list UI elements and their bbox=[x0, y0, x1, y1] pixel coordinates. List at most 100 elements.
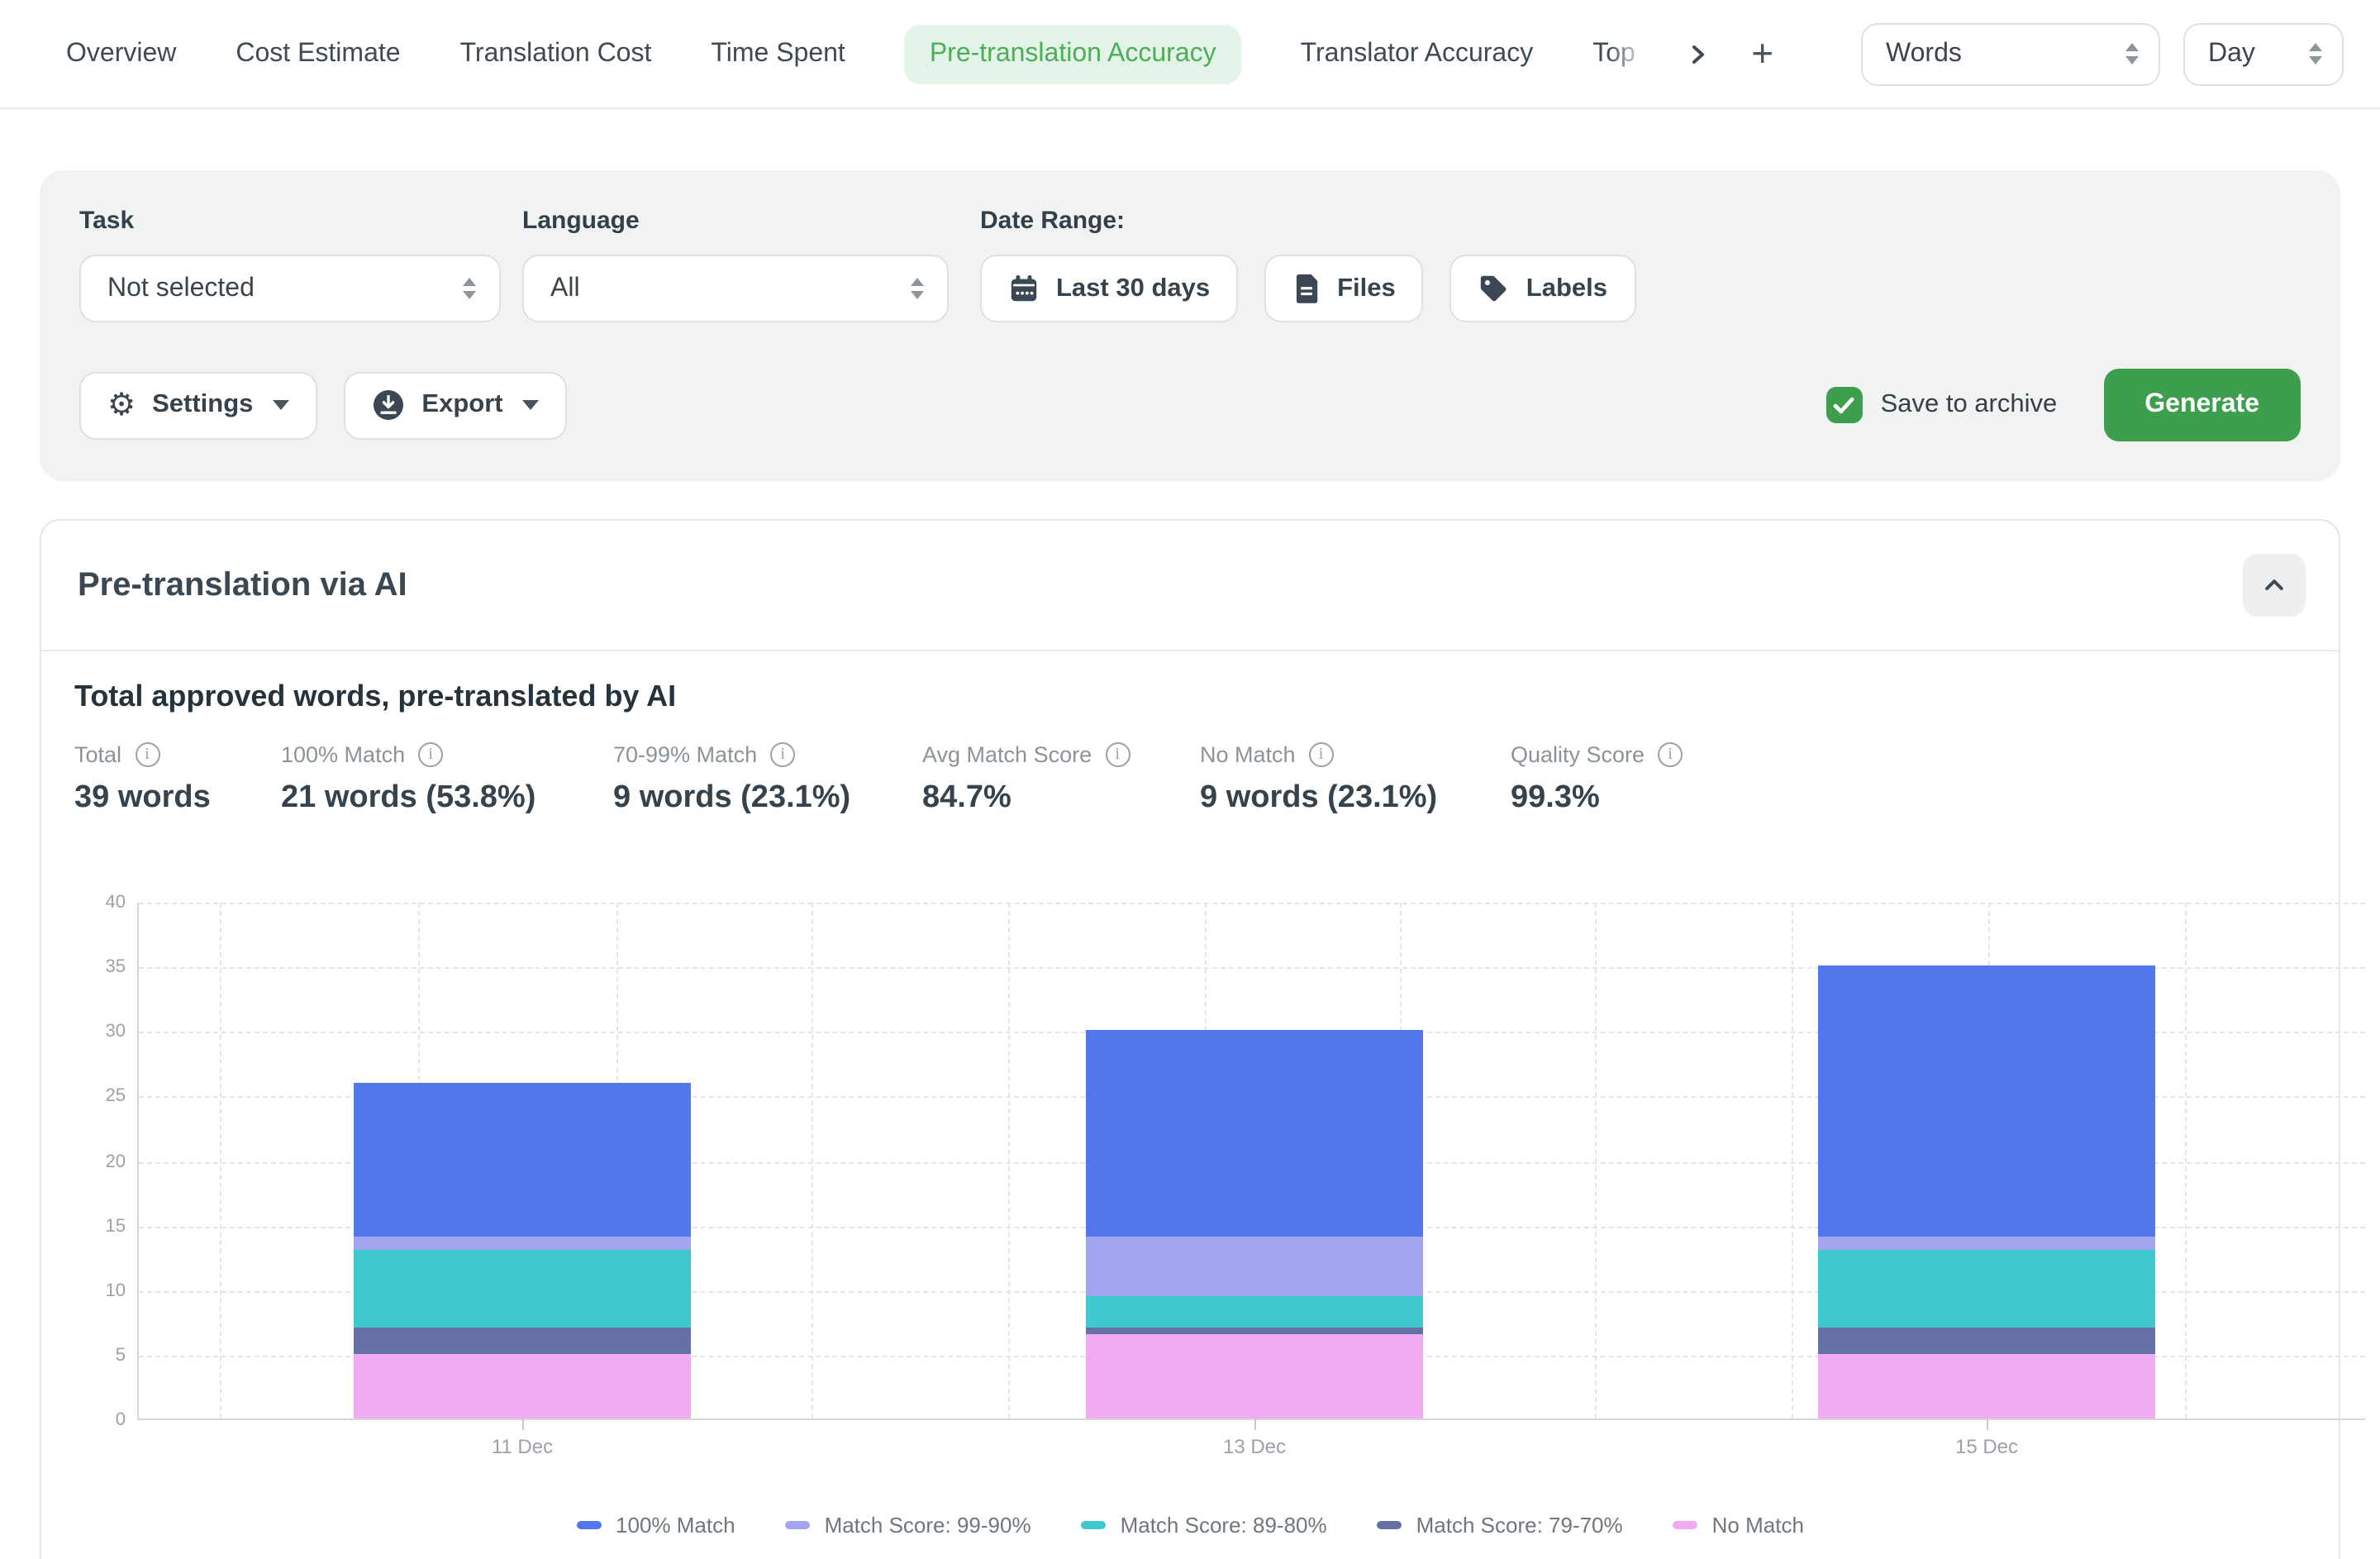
legend-item-match-score-79-70[interactable]: Match Score: 79-70% bbox=[1377, 1513, 1623, 1538]
select-updown-icon bbox=[2309, 43, 2322, 64]
x-tick bbox=[1987, 1418, 1988, 1430]
bar-segment-match-score-89-80[interactable] bbox=[1086, 1295, 1423, 1328]
files-button-label: Files bbox=[1337, 274, 1396, 303]
bar-segment-100-match[interactable] bbox=[354, 1082, 691, 1237]
legend-label: No Match bbox=[1712, 1513, 1804, 1538]
bar-segment-100-match[interactable] bbox=[1818, 965, 2155, 1237]
settings-button-label: Settings bbox=[152, 390, 253, 420]
bar-segment-no-match[interactable] bbox=[354, 1354, 691, 1418]
y-tick-label: 10 bbox=[69, 1281, 126, 1301]
bar-segment-no-match[interactable] bbox=[1086, 1334, 1423, 1418]
info-icon[interactable]: i bbox=[1658, 742, 1683, 767]
info-icon[interactable]: i bbox=[1105, 742, 1130, 767]
tab-bar: Overview Cost Estimate Translation Cost Tim… bbox=[0, 0, 2380, 109]
gridline-x-10 bbox=[2185, 903, 2187, 1418]
tab-time-spent[interactable]: Time Spent bbox=[711, 24, 845, 83]
bar-segment-match-score-99-90[interactable] bbox=[1086, 1237, 1423, 1295]
tab-translation-cost[interactable]: Translation Cost bbox=[460, 24, 652, 83]
legend-label: Match Score: 99-90% bbox=[825, 1513, 1031, 1538]
tab-cost-estimate[interactable]: Cost Estimate bbox=[236, 24, 400, 83]
legend-label: Match Score: 79-70% bbox=[1416, 1513, 1623, 1538]
bar-segment-match-score-99-90[interactable] bbox=[354, 1237, 691, 1251]
bar-segment-match-score-89-80[interactable] bbox=[1818, 1251, 2155, 1328]
legend-label: Match Score: 89-80% bbox=[1121, 1513, 1327, 1538]
bar-segment-no-match[interactable] bbox=[1818, 1354, 2155, 1418]
save-to-archive-checkbox[interactable] bbox=[1826, 387, 1863, 423]
stat-value: 39 words bbox=[74, 780, 281, 817]
info-icon[interactable]: i bbox=[1309, 742, 1334, 767]
legend-item-match-score-89-80[interactable]: Match Score: 89-80% bbox=[1081, 1513, 1327, 1538]
legend-item-no-match[interactable]: No Match bbox=[1673, 1513, 1804, 1538]
tab-pre-translation-accuracy[interactable]: Pre-translation Accuracy bbox=[905, 24, 1241, 83]
settings-button[interactable]: ⚙ Settings bbox=[79, 371, 317, 439]
add-tab-button[interactable]: + bbox=[1751, 35, 1773, 73]
stat-label-text: Quality Score bbox=[1511, 742, 1645, 767]
info-icon[interactable]: i bbox=[418, 742, 443, 767]
bar-segment-match-score-79-70[interactable] bbox=[354, 1328, 691, 1353]
chart-legend: 100% Match Match Score: 99-90% Match Score… bbox=[41, 1513, 2339, 1538]
topbar-selects: Words Day bbox=[1861, 22, 2344, 85]
tab-translator-accuracy[interactable]: Translator Accuracy bbox=[1301, 24, 1534, 83]
task-select[interactable]: Not selected bbox=[79, 255, 501, 322]
stacked-bar-chart: 051015202530354011 Dec13 Dec15 Dec bbox=[137, 903, 2365, 1420]
stat-label-text: Total bbox=[74, 742, 121, 767]
y-tick-label: 35 bbox=[69, 957, 126, 977]
stat-value: 84.7% bbox=[922, 780, 1200, 817]
tag-icon bbox=[1478, 273, 1510, 304]
labels-button[interactable]: Labels bbox=[1450, 255, 1635, 322]
task-select-value: Not selected bbox=[107, 274, 255, 303]
date-range-button[interactable]: Last 30 days bbox=[980, 255, 1238, 322]
bar-13-dec[interactable] bbox=[1086, 901, 1423, 1418]
stat-label-text: 100% Match bbox=[281, 742, 405, 767]
bar-segment-match-score-79-70[interactable] bbox=[1086, 1328, 1423, 1334]
export-button[interactable]: Export bbox=[344, 371, 567, 439]
file-icon bbox=[1292, 273, 1321, 304]
legend-swatch bbox=[1673, 1521, 1697, 1529]
unit-select-value: Words bbox=[1886, 39, 1962, 69]
tab-top[interactable]: Top bbox=[1592, 24, 1652, 83]
y-tick-label: 15 bbox=[69, 1216, 126, 1236]
calendar-icon bbox=[1008, 273, 1040, 304]
collapse-card-button[interactable] bbox=[2243, 554, 2306, 617]
period-select[interactable]: Day bbox=[2183, 22, 2344, 85]
legend-swatch bbox=[785, 1521, 810, 1529]
bar-segment-match-score-99-90[interactable] bbox=[1818, 1237, 2155, 1251]
stat-value: 9 words (23.1%) bbox=[613, 780, 922, 817]
files-button[interactable]: Files bbox=[1264, 255, 1424, 322]
pre-translation-card: Pre-translation via AI Total approved wo… bbox=[40, 519, 2340, 1559]
y-tick-label: 20 bbox=[69, 1151, 126, 1171]
stat-total: Totali 39 words bbox=[74, 742, 281, 817]
date-range-label: Date Range: bbox=[980, 207, 1635, 235]
generate-button[interactable]: Generate bbox=[2103, 369, 2301, 441]
stat-100-match: 100% Matchi21 words (53.8%) bbox=[281, 742, 613, 817]
stat-70-99-match: 70-99% Matchi9 words (23.1%) bbox=[613, 742, 922, 817]
unit-select[interactable]: Words bbox=[1861, 22, 2160, 85]
x-axis-label: 13 Dec bbox=[1155, 1435, 1354, 1458]
language-select-value: All bbox=[550, 274, 580, 303]
info-icon[interactable]: i bbox=[770, 742, 795, 767]
gridline-x-4 bbox=[1008, 903, 1010, 1418]
section-heading: Total approved words, pre-translated by … bbox=[74, 679, 676, 714]
tabs-overflow-chevron-right-icon[interactable] bbox=[1685, 42, 1708, 65]
tab-overview[interactable]: Overview bbox=[66, 24, 176, 83]
info-icon[interactable]: i bbox=[135, 742, 159, 767]
legend-item-match-score-99-90[interactable]: Match Score: 99-90% bbox=[785, 1513, 1031, 1538]
bar-segment-100-match[interactable] bbox=[1086, 1031, 1423, 1237]
bar-segment-match-score-79-70[interactable] bbox=[1818, 1328, 2155, 1353]
bar-15-dec[interactable] bbox=[1818, 901, 2155, 1418]
gridline-x-7 bbox=[1595, 903, 1597, 1418]
stat-label: Avg Match Scorei bbox=[922, 742, 1200, 767]
caret-down-icon bbox=[273, 400, 289, 410]
x-tick bbox=[1254, 1418, 1256, 1430]
bar-11-dec[interactable] bbox=[354, 901, 691, 1418]
stat-label: Totali bbox=[74, 742, 281, 767]
bar-segment-match-score-89-80[interactable] bbox=[354, 1251, 691, 1328]
language-select[interactable]: All bbox=[522, 255, 949, 322]
dashboard-screen: Overview Cost Estimate Translation Cost Tim… bbox=[0, 0, 2380, 1559]
legend-item-100-match[interactable]: 100% Match bbox=[576, 1513, 735, 1538]
select-updown-icon bbox=[911, 278, 924, 299]
stat-avg-match-score: Avg Match Scorei 84.7% bbox=[922, 742, 1200, 817]
stat-label: 100% Match i bbox=[281, 742, 613, 767]
save-to-archive-label[interactable]: Save to archive bbox=[1881, 390, 2058, 420]
stat-label-text: No Match bbox=[1200, 742, 1296, 767]
